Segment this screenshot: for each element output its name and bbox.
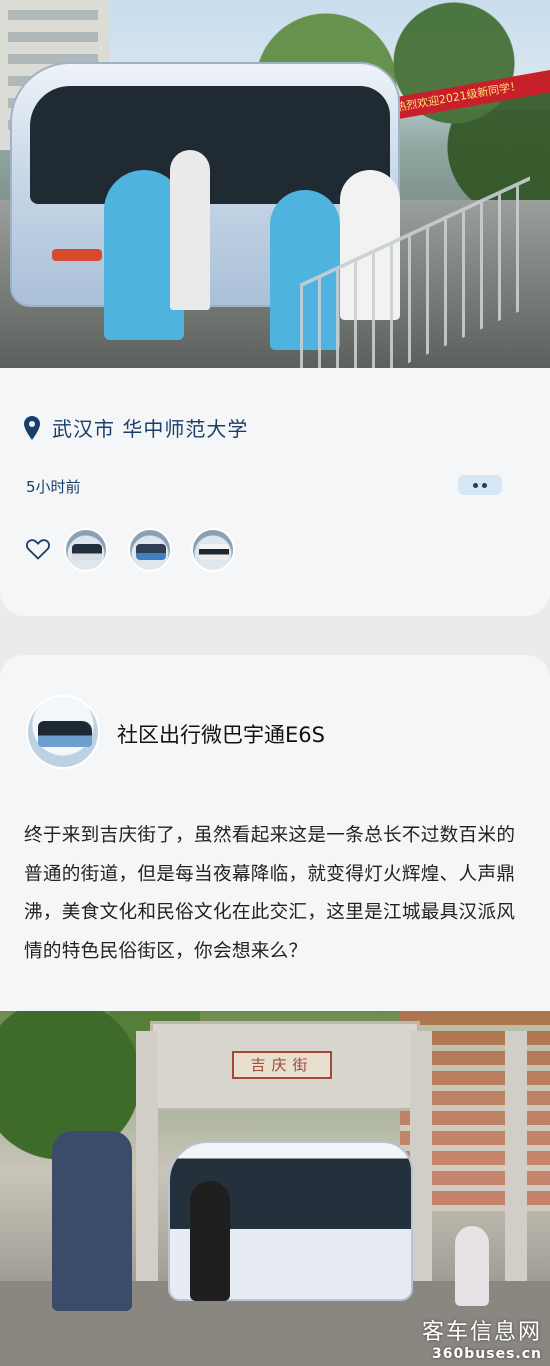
avatar-bus-image bbox=[72, 544, 102, 560]
liker-avatar[interactable] bbox=[191, 528, 235, 572]
avatar-bus-image bbox=[136, 544, 166, 560]
photo-cyclist bbox=[52, 1131, 132, 1311]
location-pin-icon bbox=[24, 415, 40, 440]
avatar-bus-image bbox=[38, 721, 92, 747]
bus-windows bbox=[30, 86, 390, 204]
gate-plaque: 吉庆街 bbox=[232, 1051, 332, 1079]
like-heart-icon[interactable] bbox=[26, 538, 50, 564]
post-time: 5小时前 bbox=[26, 478, 81, 496]
bus-headlamp bbox=[52, 249, 102, 261]
author-avatar[interactable] bbox=[26, 695, 100, 769]
post-card: 社区出行微巴宇通E6S 终于来到吉庆街了，虽然看起来这是一条总长不过数百米的普通… bbox=[0, 655, 550, 1011]
site-watermark: 客车信息网 360buses.cn bbox=[422, 1314, 542, 1362]
post-body-text: 终于来到吉庆街了，虽然看起来这是一条总长不过数百米的普通的街道，但是每当夜幕降临… bbox=[24, 825, 516, 962]
photo-cyclist bbox=[190, 1181, 230, 1301]
bottom-photo[interactable]: 吉庆街 客车信息网 360buses.cn bbox=[0, 1011, 550, 1366]
gate-pillar bbox=[505, 1031, 527, 1301]
watermark-line1: 客车信息网 bbox=[421, 1320, 542, 1345]
gate-pillar bbox=[410, 1031, 432, 1301]
gate-pillar bbox=[136, 1031, 158, 1301]
liker-avatar[interactable] bbox=[128, 528, 172, 572]
location-card: 武汉市 华中师范大学 5小时前 bbox=[0, 368, 550, 616]
photo-cyclist bbox=[455, 1226, 489, 1306]
more-dot-icon bbox=[482, 482, 487, 488]
top-photo[interactable]: 热烈欢迎2021级新同学！ bbox=[0, 0, 550, 368]
liker-avatar[interactable] bbox=[64, 528, 108, 572]
location-row[interactable]: 武汉市 华中师范大学 bbox=[24, 413, 248, 442]
location-name: 武汉市 华中师范大学 bbox=[52, 417, 249, 441]
photo-student bbox=[170, 150, 210, 310]
more-dot-icon bbox=[473, 482, 478, 488]
more-options-button[interactable] bbox=[458, 475, 502, 495]
watermark-line2: 360buses.cn bbox=[432, 1346, 542, 1362]
post-title[interactable]: 社区出行微巴宇通E6S bbox=[117, 719, 325, 749]
avatar-bus-image bbox=[199, 544, 229, 560]
gate-plaque-text: 吉庆街 bbox=[250, 1056, 314, 1074]
